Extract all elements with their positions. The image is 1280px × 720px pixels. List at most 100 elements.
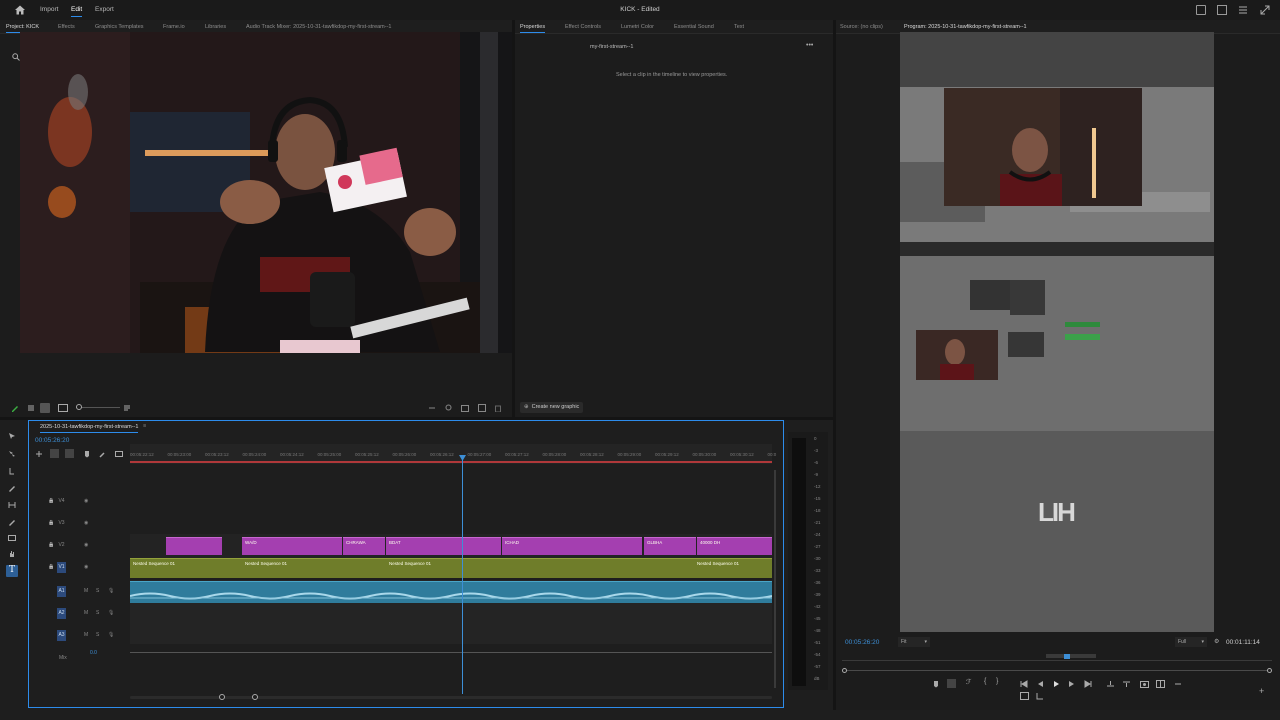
step-back-icon[interactable] <box>1036 680 1044 688</box>
title-clip[interactable]: WA/D <box>242 537 342 555</box>
tab-frameio[interactable]: Frame.io <box>163 24 185 30</box>
go-to-out-icon[interactable]: } <box>996 678 998 685</box>
eye-icon[interactable]: ◉ <box>84 520 88 526</box>
tab-properties[interactable]: Properties <box>520 24 546 33</box>
export-frame-icon[interactable] <box>1174 680 1182 688</box>
menu-icon[interactable] <box>1238 5 1248 15</box>
title-clip[interactable]: BDAT <box>386 537 501 555</box>
go-to-start-icon[interactable] <box>1020 680 1028 688</box>
track-target-v2[interactable]: V2 <box>57 540 66 551</box>
eye-icon[interactable]: ◉ <box>84 564 88 570</box>
play-icon[interactable] <box>1052 680 1060 688</box>
track-select-tool-icon[interactable] <box>8 450 16 458</box>
pen-icon[interactable] <box>11 404 19 412</box>
add-marker-icon[interactable] <box>932 680 940 688</box>
tab-lumetri-color[interactable]: Lumetri Color <box>621 24 654 30</box>
find-icon[interactable] <box>445 404 453 412</box>
program-zoom-left[interactable] <box>842 668 847 673</box>
program-timecode[interactable]: 00:05:26:20 <box>845 639 879 646</box>
snap-icon[interactable] <box>50 449 59 458</box>
tab-audio-track-mixer[interactable]: Audio Track Mixer: 2025-10-31-tawfikdop-… <box>246 24 392 30</box>
tab-libraries[interactable]: Libraries <box>205 24 226 30</box>
sequence-menu-icon[interactable]: ≡ <box>143 423 146 429</box>
selection-tool-icon[interactable] <box>8 432 16 440</box>
track-target-v3[interactable]: V3 <box>57 518 66 529</box>
fit-dropdown[interactable]: Fit ▾ <box>898 637 930 647</box>
mute-button[interactable]: M <box>84 632 88 638</box>
ripple-edit-tool-icon[interactable] <box>8 467 16 475</box>
track-target-a1[interactable]: A1 <box>57 586 66 597</box>
mic-icon[interactable]: 🎙 <box>108 632 114 638</box>
pen-tool-icon[interactable] <box>8 518 16 526</box>
solo-button[interactable]: S <box>96 632 99 638</box>
list-view-icon[interactable] <box>27 404 35 412</box>
extract-icon[interactable] <box>1122 680 1131 688</box>
title-clip[interactable] <box>166 537 222 555</box>
share-icon[interactable] <box>1217 5 1227 15</box>
lock-icon[interactable]: 🔒 <box>48 498 54 504</box>
eye-icon[interactable]: ◉ <box>84 498 88 504</box>
go-to-in-icon[interactable]: { <box>984 678 986 685</box>
tab-project[interactable]: Project: KICK <box>6 24 40 33</box>
search-icon[interactable] <box>12 53 20 61</box>
wrench-icon[interactable] <box>99 450 107 458</box>
step-forward-icon[interactable] <box>1068 680 1076 688</box>
program-zoom-bar[interactable] <box>846 670 1272 671</box>
go-to-end-icon[interactable] <box>1084 680 1092 688</box>
comparison-view-icon[interactable] <box>1156 680 1165 688</box>
lock-icon[interactable]: 🔒 <box>48 542 54 548</box>
toggle-proxy-icon[interactable] <box>1036 692 1044 700</box>
eye-icon[interactable]: ◉ <box>84 542 88 548</box>
mute-button[interactable]: M <box>84 610 88 616</box>
quality-dropdown[interactable]: Full ▾ <box>1175 637 1207 647</box>
type-tool[interactable]: T <box>6 565 18 577</box>
nested-sequence-clip[interactable]: Nested Sequence 01 <box>386 558 694 578</box>
title-clip[interactable]: 40000 DH <box>697 537 772 555</box>
timeline-timecode[interactable]: 00:05:26:20 <box>35 437 69 444</box>
button-editor-icon[interactable]: + <box>1259 686 1264 696</box>
tab-effects[interactable]: Effects <box>58 24 75 30</box>
zoom-slider[interactable] <box>76 407 120 408</box>
nested-sequence-clip[interactable]: Nested Sequence 01 <box>242 558 386 578</box>
zoom-slider-handle[interactable] <box>76 404 82 410</box>
tab-sequence[interactable]: 2025-10-31-tawfikdop-my-first-stream--1 <box>40 424 139 433</box>
workspace-icon[interactable] <box>1196 5 1206 15</box>
captions-icon[interactable] <box>115 450 123 458</box>
tab-text[interactable]: Text <box>734 24 744 30</box>
program-zoom-right[interactable] <box>1267 668 1272 673</box>
maximize-icon[interactable] <box>1260 5 1270 15</box>
panel-menu-icon[interactable]: ••• <box>806 42 813 49</box>
tab-effect-controls[interactable]: Effect Controls <box>565 24 601 30</box>
automate-icon[interactable] <box>428 404 436 412</box>
title-clip[interactable]: ICHAD <box>502 537 642 555</box>
nested-sequence-clip[interactable]: Nested Sequence 01 <box>694 558 772 578</box>
mute-button[interactable]: M <box>84 588 88 594</box>
audio-clip-a1[interactable] <box>130 581 772 603</box>
work-area-bar[interactable] <box>130 461 772 463</box>
camera-icon[interactable] <box>1140 680 1149 688</box>
scroll-handle-right[interactable] <box>252 694 258 700</box>
lock-icon[interactable]: 🔒 <box>48 564 54 570</box>
add-marker-icon[interactable] <box>83 450 91 458</box>
new-item-icon[interactable] <box>478 404 486 412</box>
timeline-playhead[interactable] <box>462 456 463 694</box>
mic-icon[interactable]: 🎙 <box>108 588 114 594</box>
sort-icon[interactable] <box>123 404 131 412</box>
mark-out-icon[interactable]: ℱ <box>966 678 972 686</box>
lock-icon[interactable]: 🔒 <box>48 520 54 526</box>
nested-sequence-clip[interactable]: Nested Sequence 01 <box>130 558 242 578</box>
icon-view-icon[interactable] <box>40 403 50 413</box>
razor-tool-icon[interactable] <box>8 484 16 492</box>
track-target-a2[interactable]: A2 <box>57 608 66 619</box>
safe-margins-icon[interactable] <box>1020 692 1029 700</box>
hand-tool-icon[interactable] <box>8 550 16 558</box>
slip-tool-icon[interactable] <box>8 501 16 509</box>
create-graphic-button[interactable]: ⊕ Create new graphic <box>520 402 584 413</box>
settings-icon[interactable]: ⚙ <box>1214 638 1219 645</box>
title-clip[interactable]: CHRAWA <box>343 537 385 555</box>
vertical-scrollbar[interactable] <box>774 470 776 688</box>
mic-icon[interactable]: 🎙 <box>108 610 114 616</box>
solo-button[interactable]: S <box>96 610 99 616</box>
program-time-ruler[interactable] <box>842 654 1272 662</box>
mark-in-icon[interactable] <box>947 679 956 688</box>
